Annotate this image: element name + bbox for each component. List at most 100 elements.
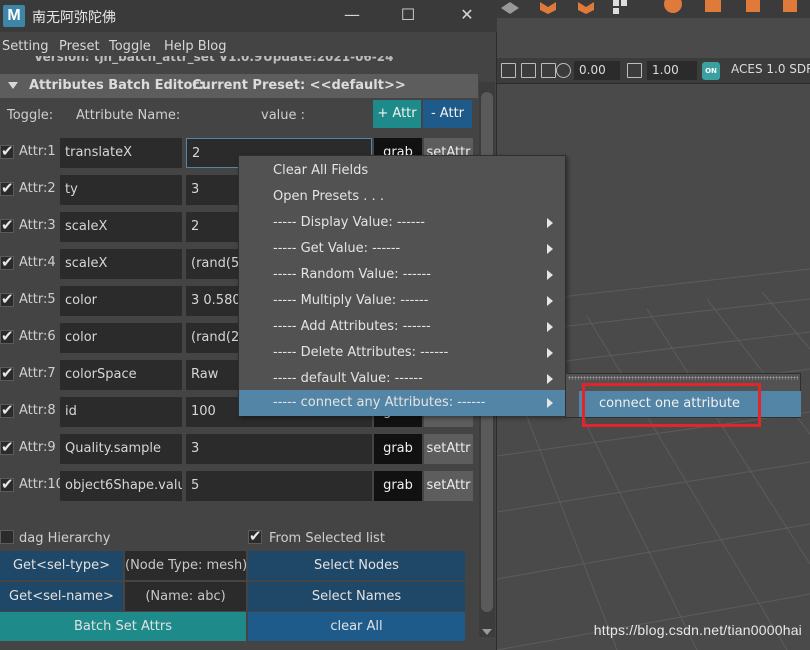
attr-index-label: Attr:2 [19,181,56,196]
shelf-box-icon[interactable] [702,0,724,14]
menu-item-delete-attributes[interactable]: ----- Delete Attributes: ------ [239,340,565,366]
set-attr-button[interactable]: setAttr [424,434,473,464]
attribute-name-field[interactable]: ty [60,175,182,205]
menu-toggle[interactable]: Toggle [109,39,151,54]
attribute-name-field[interactable]: id [60,397,182,427]
shelf-shape-icon[interactable] [779,0,801,14]
check-icon: ✔ [1,438,14,456]
attribute-value-field[interactable]: 5 [186,471,372,501]
select-nodes-button[interactable]: Select Nodes [248,551,465,580]
attr-row: ✔ Attr:10 object6Shape.value 5 grab setA… [0,471,478,501]
attribute-name-field[interactable]: scaleX [60,249,182,279]
attr-index-label: Attr:5 [19,292,56,307]
from-selected-checkbox[interactable]: ✔ [248,528,262,544]
shelf-tool-icon[interactable] [499,0,521,14]
toggle-checkbox[interactable]: ✔ [0,142,14,160]
menu-item-connect-any-attributes[interactable]: ----- connect any Attributes: ------ [239,390,565,416]
shelf-cube-icon[interactable] [575,0,597,14]
viewport-toolbar: 0.00 1.00 ON ACES 1.0 SDR [497,58,810,84]
submenu-arrow-icon [547,296,553,306]
set-attr-button[interactable]: setAttr [424,471,473,501]
node-type-field[interactable]: (Node Type: mesh) [125,551,247,580]
menu-item-random-value[interactable]: ----- Random Value: ------ [239,262,565,288]
check-icon: ✔ [1,290,14,308]
toggle-checkbox[interactable]: ✔ [0,328,14,344]
menu-item-add-attributes[interactable]: ----- Add Attributes: ------ [239,314,565,340]
resize-icon[interactable] [521,63,536,78]
dag-hierarchy-checkbox[interactable] [0,530,14,544]
attribute-value-field[interactable]: 3 [186,434,372,464]
toggle-checkbox[interactable]: ✔ [0,217,14,233]
version-label: Version: tjh_batch_attr_set V1.0.9 [34,56,263,64]
menu-item-open-presets[interactable]: Open Presets . . . [239,184,565,210]
get-sel-type-button[interactable]: Get<sel-type> [0,551,123,580]
exposure-field[interactable]: 0.00 [574,61,620,80]
minimize-icon[interactable]: — [340,4,364,26]
gamma-field[interactable]: 1.00 [647,61,697,80]
add-attr-button[interactable]: + Attr [373,100,421,128]
check-icon: ✔ [1,142,14,160]
update-label: Update:2021-06-24 [263,56,394,64]
toggle-checkbox[interactable]: ✔ [0,180,14,196]
safe-frame-icon[interactable] [541,63,556,78]
attr-index-label: Attr:3 [19,218,56,233]
annotation-highlight-box [582,383,761,427]
tearoff-handle[interactable] [568,376,798,380]
maya-app-icon: M [3,5,25,27]
attribute-name-field[interactable]: color [60,323,182,353]
collapse-triangle-icon[interactable] [8,82,18,89]
attribute-name-field[interactable]: Quality.sample [60,434,182,464]
attr-index-label: Attr:4 [19,255,56,270]
title-bar[interactable]: M 南无阿弥陀佛 — ☐ ✕ [0,0,497,32]
grab-button[interactable]: grab [374,434,422,464]
menu-item-clear-all-fields[interactable]: Clear All Fields [239,158,565,184]
menu-setting[interactable]: Setting [2,39,49,54]
attr-index-label: Attr:8 [19,403,56,418]
close-icon[interactable]: ✕ [455,4,479,26]
toggle-checkbox[interactable]: ✔ [0,475,14,493]
colorspace-label[interactable]: ACES 1.0 SDR [731,62,810,76]
toggle-checkbox[interactable]: ✔ [0,290,14,308]
attribute-name-field[interactable]: object6Shape.value [60,471,182,501]
menu-preset[interactable]: Preset [59,39,100,54]
attribute-name-field[interactable]: scaleX [60,212,182,242]
toggle-column-header: Toggle: [7,108,54,123]
name-field[interactable]: (Name: abc) [125,582,246,611]
from-selected-label: From Selected list [269,531,385,546]
toggle-checkbox[interactable]: ✔ [0,438,14,456]
attribute-name-field[interactable]: color [60,286,182,316]
check-icon: ✔ [1,475,14,493]
color-management-icon[interactable]: ON [702,62,720,80]
shelf-sphere-icon[interactable] [662,0,684,14]
menu-item-get-value[interactable]: ----- Get Value: ------ [239,236,565,262]
gamma-icon[interactable] [627,63,642,78]
attribute-name-field[interactable]: colorSpace [60,360,182,390]
current-preset-label: Current Preset: <<default>> [192,78,406,93]
grab-button[interactable]: grab [374,471,422,501]
get-sel-name-button[interactable]: Get<sel-name> [0,582,123,611]
menu-item-default-value[interactable]: ----- default Value: ------ [239,366,565,392]
shelf-cube-icon[interactable] [537,0,559,14]
attribute-name-field[interactable]: translateX [60,138,182,168]
watermark-text: https://blog.csdn.net/tian0000hai [593,622,802,638]
frame-icon[interactable] [501,63,516,78]
menu-item-display-value[interactable]: ----- Display Value: ------ [239,210,565,236]
submenu-arrow-icon [547,322,553,332]
menu-help-blog[interactable]: Help Blog [164,39,227,54]
remove-attr-button[interactable]: - Attr [423,100,472,128]
scroll-down-icon[interactable] [482,629,492,635]
shelf-grid-icon[interactable] [609,0,631,14]
toggle-checkbox[interactable]: ✔ [0,254,14,270]
window-title: 南无阿弥陀佛 [32,10,116,26]
section-header[interactable]: Attributes Batch Editor: Current Preset:… [0,74,478,98]
shelf-cylinder-icon[interactable] [742,0,764,14]
exposure-icon[interactable] [556,63,571,78]
attr-row: ✔ Attr:9 Quality.sample 3 grab setAttr [0,434,478,464]
clear-all-button[interactable]: clear All [248,612,465,641]
toggle-checkbox[interactable]: ✔ [0,365,14,381]
batch-set-attrs-button[interactable]: Batch Set Attrs [0,612,246,641]
toggle-checkbox[interactable]: ✔ [0,402,14,418]
menu-item-multiply-value[interactable]: ----- Multiply Value: ------ [239,288,565,314]
maximize-icon[interactable]: ☐ [396,4,420,26]
select-names-button[interactable]: Select Names [248,582,465,611]
